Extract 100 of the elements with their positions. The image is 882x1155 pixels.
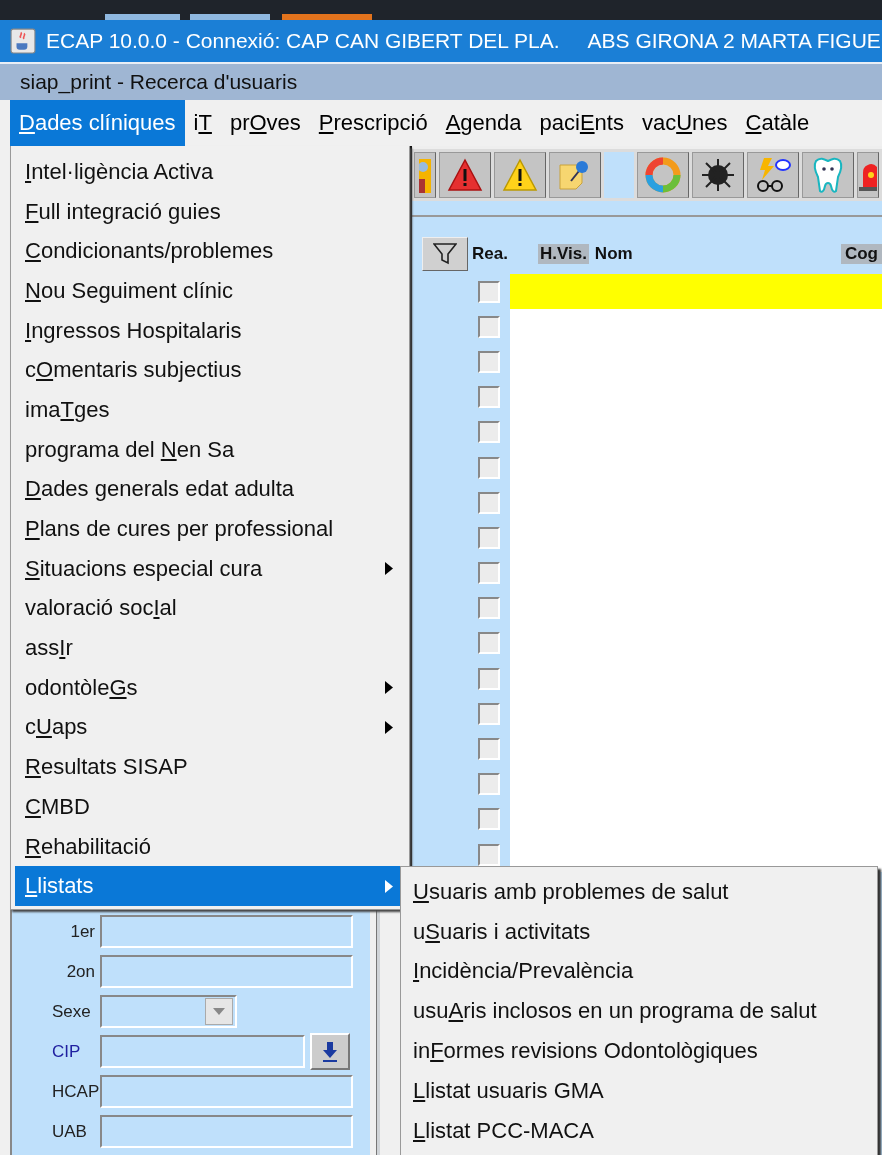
checkbox[interactable]: [478, 773, 500, 796]
menu-item-label: Condicionants/problemes: [25, 238, 274, 265]
menu-item-label: Dades generals edat adulta: [25, 476, 295, 503]
menu-item[interactable]: odontòleGs: [15, 667, 409, 708]
menu-item-label: Resultats SISAP: [25, 754, 188, 781]
menu-bar-item[interactable]: Prescripció: [309, 100, 437, 146]
internal-frame-title: siap_print - Recerca d'usuaris: [20, 70, 298, 94]
menu-item-label: programa del Nen Sa: [25, 436, 235, 463]
menu-item[interactable]: Ingressos Hospitalaris: [15, 310, 409, 351]
menu-item-label: CMBD: [25, 793, 90, 820]
menu-item[interactable]: CMBD: [15, 787, 409, 827]
menu-item-label: Llistats: [25, 873, 94, 900]
menu-item-label: cUaps: [25, 714, 88, 741]
menu-item[interactable]: cOmentaris subjectius: [15, 350, 409, 391]
menu-item[interactable]: programa del Nen Sa: [15, 429, 409, 470]
checkbox[interactable]: [478, 562, 500, 585]
submenu-item[interactable]: Incidència/Prevalència: [401, 951, 877, 992]
menu-bar-item[interactable]: Dades clíniques: [10, 100, 185, 146]
menu-item-label: assIr: [25, 635, 73, 662]
menu-item[interactable]: Intel·ligència Activa: [15, 152, 409, 192]
funnel-icon: [433, 243, 457, 265]
menu-item[interactable]: Resultats SISAP: [15, 747, 409, 787]
down-arrow-icon: [322, 1041, 338, 1062]
menu-item[interactable]: Full integració guies: [15, 191, 409, 232]
checkbox[interactable]: [478, 350, 500, 373]
menu-item[interactable]: Plans de cures per professional: [15, 509, 409, 549]
column-header[interactable]: H.Vis.: [537, 244, 589, 264]
cycle-arrows-icon: [643, 155, 683, 195]
window-title: ECAP 10.0.0 - Connexió: CAP CAN GIBERT DEL PLA.: [46, 29, 560, 53]
menu-item[interactable]: Rehabilitació: [15, 826, 409, 867]
menu-item-label: imaTges: [25, 396, 110, 423]
submenu-item[interactable]: inFormes revisions Odontològiques: [401, 1031, 877, 1071]
menu-item-label: Rehabilitació: [25, 833, 151, 860]
checkbox[interactable]: [478, 280, 500, 303]
field-label: 1er: [69, 921, 96, 942]
menu-item[interactable]: Condicionants/problemes: [15, 231, 409, 272]
menu-bar-item[interactable]: prOves: [220, 100, 310, 146]
cup-icon: [10, 28, 36, 54]
checkbox[interactable]: [478, 702, 500, 725]
toolbar-button[interactable]: [692, 152, 744, 198]
checkbox[interactable]: [478, 597, 500, 620]
toolbar-button[interactable]: [747, 152, 799, 198]
toolbar-button[interactable]: [439, 152, 491, 198]
menu-item-label: Situacions especial cura: [25, 555, 263, 582]
field-label: UAB: [51, 1121, 88, 1142]
input-field[interactable]: [100, 1075, 353, 1108]
column-header[interactable]: Rea.: [472, 244, 508, 264]
submenu-item[interactable]: Llistat usuaris GMA: [401, 1071, 877, 1111]
menu-item[interactable]: Dades generals edat adulta: [15, 469, 409, 510]
checkbox[interactable]: [478, 456, 500, 479]
menu-item-label: Ingressos Hospitalaris: [25, 317, 242, 344]
menu-item-label: cOmentaris subjectius: [25, 357, 242, 384]
checkbox[interactable]: [478, 491, 500, 514]
window-title: ABS GIRONA 2 MARTA FIGUE: [587, 29, 881, 53]
warning-icon: [447, 158, 483, 192]
menu-item[interactable]: Situacions especial cura: [15, 548, 409, 589]
menu-item-label: Intel·ligència Activa: [25, 158, 214, 185]
checkbox[interactable]: [478, 808, 500, 831]
input-field[interactable]: [100, 1035, 305, 1068]
caret-icon: [213, 1008, 225, 1015]
checkbox[interactable]: [478, 738, 500, 761]
field-label: 2on: [65, 961, 96, 982]
menu-bar-item[interactable]: iT: [184, 100, 221, 146]
lightning-glasses-icon: [754, 156, 792, 194]
column-header[interactable]: Nom: [594, 244, 633, 264]
menu-bar-item[interactable]: paciEnts: [530, 100, 633, 146]
menu-bar-item[interactable]: vacUnes: [632, 100, 737, 146]
field-label: CIP: [51, 1041, 82, 1062]
input-field[interactable]: [100, 955, 353, 988]
menu-bar-item[interactable]: Catàle: [736, 100, 819, 146]
menu-item-label: valoració socIal: [25, 595, 177, 622]
menu-bar-item[interactable]: Agenda: [436, 100, 531, 146]
input-field[interactable]: [100, 1115, 353, 1148]
virus-icon: [700, 157, 736, 193]
checkbox[interactable]: [478, 667, 500, 690]
menu-item[interactable]: valoració socIal: [15, 588, 409, 629]
checkbox[interactable]: [478, 421, 500, 444]
column-header[interactable]: Cog: [840, 244, 882, 264]
input-field[interactable]: [100, 915, 353, 948]
filter-button[interactable]: [422, 237, 468, 271]
dropdown-field[interactable]: [100, 995, 237, 1028]
checkbox[interactable]: [478, 526, 500, 549]
checkbox[interactable]: [478, 386, 500, 409]
menu-item-label: odontòleGs: [25, 674, 138, 701]
download-button[interactable]: [310, 1033, 350, 1070]
menu-item[interactable]: Nou Seguiment clínic: [15, 271, 409, 311]
checkbox[interactable]: [478, 843, 500, 866]
submenu-item[interactable]: uSuaris i activitats: [401, 911, 877, 952]
field-label: Sexe: [51, 1001, 92, 1022]
toolbar-gap: [604, 152, 634, 198]
checkbox[interactable]: [478, 315, 500, 338]
menu-item[interactable]: assIr: [15, 628, 409, 668]
checkbox[interactable]: [478, 632, 500, 655]
warning-icon: [502, 158, 538, 192]
menu-item-label: Plans de cures per professional: [25, 516, 334, 543]
menu-item[interactable]: cUaps: [15, 707, 409, 748]
menu-item-label: Nou Seguiment clínic: [25, 277, 233, 304]
submenu-item[interactable]: Llistat PCC-MACA: [401, 1110, 877, 1151]
submenu-item[interactable]: usuAris inclosos en un programa de salut: [401, 991, 877, 1032]
menu-item[interactable]: imaTges: [15, 390, 409, 430]
